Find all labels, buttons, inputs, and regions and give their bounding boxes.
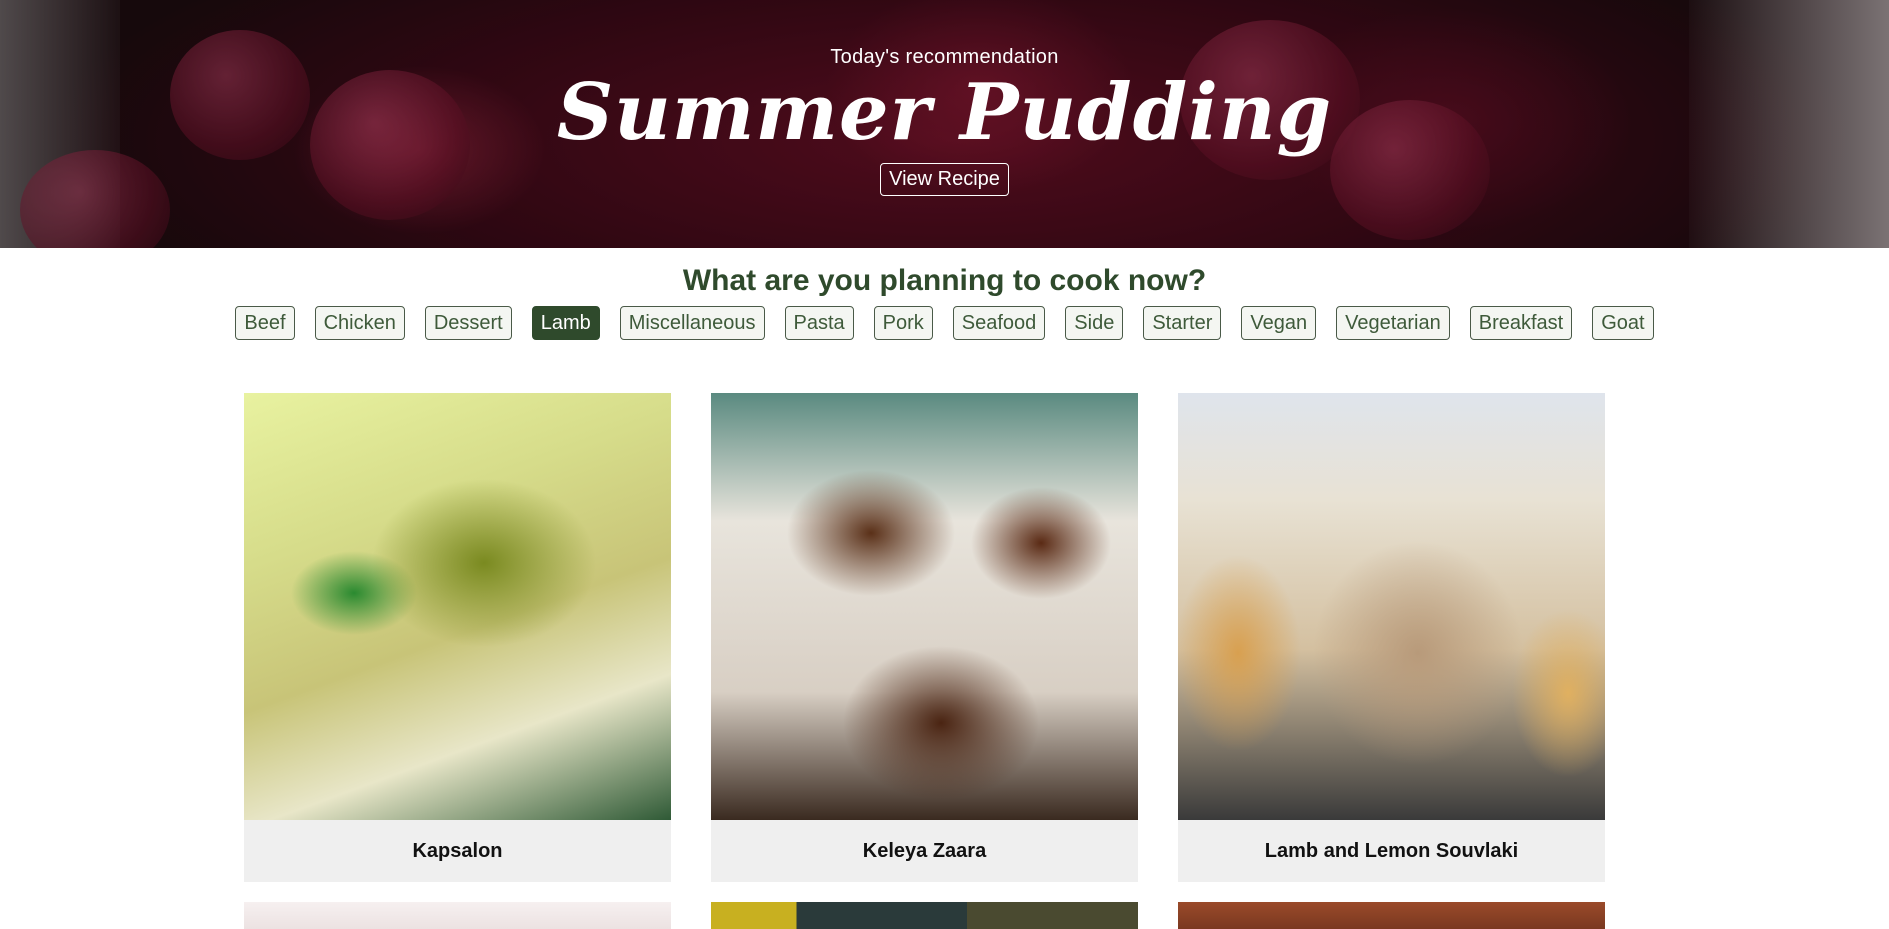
category-vegetarian[interactable]: Vegetarian xyxy=(1336,306,1450,340)
hero-content: Today's recommendation Summer Pudding Vi… xyxy=(0,0,1889,196)
recipe-image[interactable] xyxy=(1178,393,1605,820)
hero-subtitle: Today's recommendation xyxy=(830,46,1059,68)
category-beef[interactable]: Beef xyxy=(235,306,295,340)
recipe-card[interactable] xyxy=(1178,902,1605,929)
category-seafood[interactable]: Seafood xyxy=(952,306,1046,340)
recipe-image[interactable] xyxy=(711,393,1138,820)
recipe-card[interactable] xyxy=(711,902,1138,929)
category-miscellaneous[interactable]: Miscellaneous xyxy=(619,306,765,340)
category-heading: What are you planning to cook now? xyxy=(682,264,1207,297)
hero-title: Summer Pudding xyxy=(556,67,1333,158)
category-lamb[interactable]: Lamb xyxy=(531,306,600,340)
category-starter[interactable]: Starter xyxy=(1143,306,1222,340)
recipe-image[interactable] xyxy=(244,902,671,929)
recipe-title[interactable]: Kapsalon xyxy=(244,820,671,882)
category-pasta[interactable]: Pasta xyxy=(784,306,854,340)
category-pork[interactable]: Pork xyxy=(873,306,933,340)
recipe-title[interactable]: Keleya Zaara xyxy=(711,820,1138,882)
category-side[interactable]: Side xyxy=(1065,306,1124,340)
recipe-card[interactable]: Lamb and Lemon Souvlaki xyxy=(1178,393,1605,882)
recipe-image[interactable] xyxy=(1178,902,1605,929)
recipe-card[interactable] xyxy=(244,902,671,929)
hero-banner: Today's recommendation Summer Pudding Vi… xyxy=(0,0,1889,248)
category-goat[interactable]: Goat xyxy=(1592,306,1654,340)
category-vegan[interactable]: Vegan xyxy=(1241,306,1317,340)
recipe-image[interactable] xyxy=(711,902,1138,929)
category-filter-bar: Beef Chicken Dessert Lamb Miscellaneous … xyxy=(0,306,1889,340)
category-dessert[interactable]: Dessert xyxy=(424,306,512,340)
recipe-card[interactable]: Kapsalon xyxy=(244,393,671,882)
recipe-title[interactable]: Lamb and Lemon Souvlaki xyxy=(1178,820,1605,882)
recipe-image[interactable] xyxy=(244,393,671,820)
category-chicken[interactable]: Chicken xyxy=(314,306,405,340)
view-recipe-button[interactable]: View Recipe xyxy=(880,163,1009,196)
recipe-card[interactable]: Keleya Zaara xyxy=(711,393,1138,882)
category-breakfast[interactable]: Breakfast xyxy=(1469,306,1573,340)
